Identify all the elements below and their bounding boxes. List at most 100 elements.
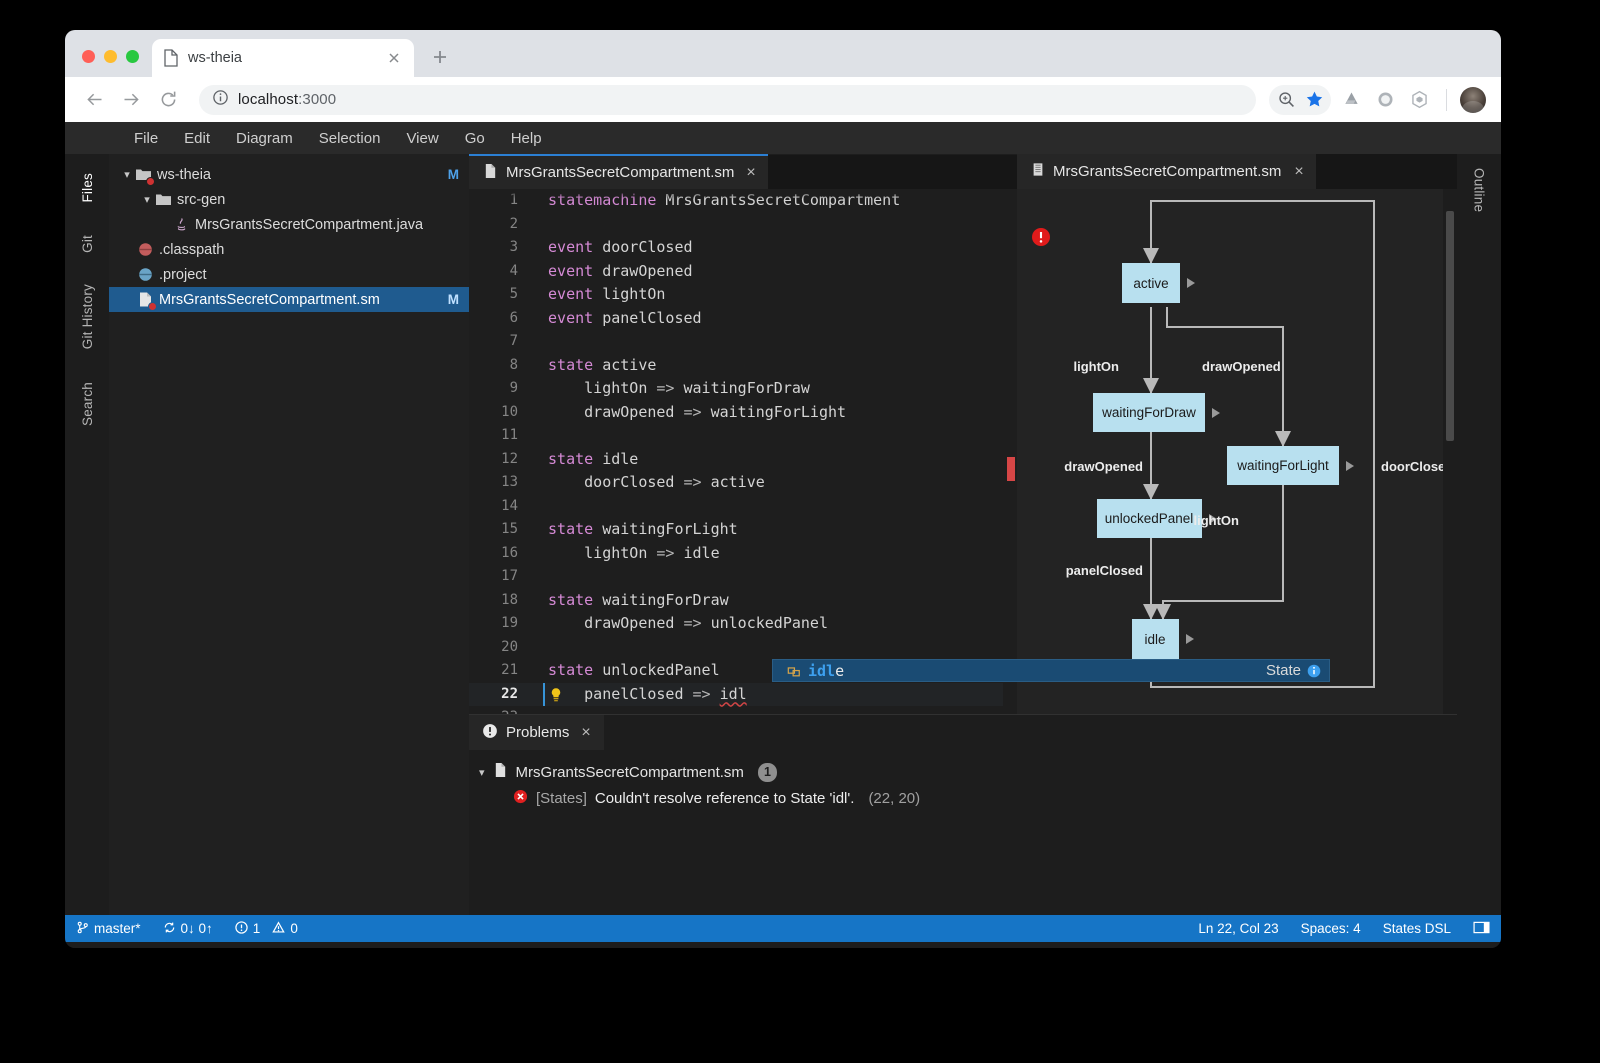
address-bar[interactable]: localhost:3000 <box>199 84 1256 115</box>
status-sync[interactable]: 0↓ 0↑ <box>152 915 224 942</box>
code-line[interactable]: 23 <box>469 706 1017 714</box>
chevron-down-icon[interactable]: ▾ <box>139 192 155 208</box>
problems-issue-row[interactable]: [States] Couldn't resolve reference to S… <box>469 785 1457 811</box>
status-indentation[interactable]: Spaces: 4 <box>1290 915 1372 942</box>
new-tab-button[interactable] <box>425 42 455 72</box>
code-text: event panelClosed <box>548 308 702 327</box>
line-number: 23 <box>469 706 531 714</box>
code-line[interactable]: 12 state idle <box>469 448 1017 472</box>
main-area: MrsGrantsSecretCompartment.sm × 1 statem… <box>469 154 1457 915</box>
sidebar-item-git[interactable]: Git <box>80 222 95 266</box>
close-icon[interactable]: × <box>1294 163 1303 181</box>
code-line[interactable]: 1 statemachine MrsGrantsSecretCompartmen… <box>469 189 1017 213</box>
error-dot-icon <box>148 302 157 311</box>
back-button[interactable] <box>78 84 110 116</box>
tree-row[interactable]: .project <box>109 262 469 287</box>
code-line[interactable]: 14 <box>469 495 1017 519</box>
address-port: :3000 <box>298 91 337 108</box>
menu-help[interactable]: Help <box>498 127 555 150</box>
code-line[interactable]: 17 <box>469 565 1017 589</box>
hex-extension-icon[interactable] <box>1405 86 1433 114</box>
drive-icon[interactable] <box>1337 86 1365 114</box>
code-line[interactable]: 7 <box>469 330 1017 354</box>
diagram-scroll-thumb[interactable] <box>1446 211 1454 441</box>
bookmark-star-icon[interactable] <box>1300 86 1328 114</box>
editor-scrollbar[interactable] <box>1003 189 1017 714</box>
status-layout-toggle[interactable] <box>1462 915 1501 942</box>
status-branch[interactable]: master* <box>65 915 152 942</box>
code-line[interactable]: 6 event panelClosed <box>469 307 1017 331</box>
editor-tab-sm[interactable]: MrsGrantsSecretCompartment.sm × <box>469 154 768 189</box>
line-number: 5 <box>509 286 518 302</box>
code-line[interactable]: 20 <box>469 636 1017 660</box>
menu-file[interactable]: File <box>121 127 171 150</box>
document-icon <box>493 762 508 782</box>
profile-avatar[interactable] <box>1460 86 1486 113</box>
diagram-scrollbar[interactable] <box>1443 189 1457 714</box>
menu-edit[interactable]: Edit <box>171 127 223 150</box>
menu-view[interactable]: View <box>393 127 451 150</box>
code-line[interactable]: 8 state active <box>469 354 1017 378</box>
tree-row[interactable]: ▾ ws-theia M <box>109 162 469 187</box>
autocomplete-popup[interactable]: idle State <box>772 659 1330 682</box>
tab-problems[interactable]: Problems × <box>469 715 604 750</box>
code-line[interactable]: 2 <box>469 213 1017 237</box>
editor-error-marker[interactable] <box>1007 457 1015 481</box>
problems-file-row[interactable]: ▾ MrsGrantsSecretCompartment.sm 1 <box>469 759 1457 785</box>
code-line[interactable]: 18 state waitingForDraw <box>469 589 1017 613</box>
sidebar-item-files[interactable]: Files <box>80 160 95 216</box>
code-line[interactable]: 22 panelClosed => idl <box>469 682 1017 706</box>
diagram-icon <box>1031 162 1045 181</box>
status-cursor-position[interactable]: Ln 22, Col 23 <box>1187 915 1289 942</box>
tree-row[interactable]: .classpath <box>109 237 469 262</box>
problems-panel: Problems × ▾ MrsGrantsSecretCompartment.… <box>469 714 1457 915</box>
code-text: drawOpened => waitingForLight <box>539 402 847 421</box>
sidebar-item-outline[interactable]: Outline <box>1472 168 1487 915</box>
reload-button[interactable] <box>152 84 184 116</box>
tree-item-label: ws-theia <box>157 166 211 183</box>
tree-row[interactable]: MrsGrantsSecretCompartment.java <box>109 212 469 237</box>
code-line[interactable]: 13 doorClosed => active <box>469 471 1017 495</box>
code-line[interactable]: 15 state waitingForLight <box>469 518 1017 542</box>
tree-row-selected[interactable]: MrsGrantsSecretCompartment.sm M <box>109 287 469 312</box>
circle-extension-icon[interactable] <box>1371 86 1399 114</box>
close-window-button[interactable] <box>82 50 95 63</box>
browser-tabstrip: ws-theia <box>65 30 1501 77</box>
zoom-search-icon[interactable] <box>1272 86 1300 114</box>
code-line[interactable]: 9 lightOn => waitingForDraw <box>469 377 1017 401</box>
tree-item-label: .project <box>159 266 207 283</box>
menu-diagram[interactable]: Diagram <box>223 127 306 150</box>
code-line[interactable]: 10 drawOpened => waitingForLight <box>469 401 1017 425</box>
info-circle-icon[interactable] <box>1307 664 1321 678</box>
tree-row[interactable]: ▾ src-gen <box>109 187 469 212</box>
forward-button[interactable] <box>115 84 147 116</box>
chevron-down-icon[interactable]: ▾ <box>479 766 485 779</box>
close-icon[interactable] <box>385 49 403 67</box>
svg-text:active: active <box>1133 276 1168 291</box>
code-line[interactable]: 11 <box>469 424 1017 448</box>
svg-text:waitingForLight: waitingForLight <box>1236 458 1329 473</box>
close-icon[interactable]: × <box>581 724 590 742</box>
code-line[interactable]: 19 drawOpened => unlockedPanel <box>469 612 1017 636</box>
chevron-down-icon[interactable]: ▾ <box>119 167 135 183</box>
exclamation-circle-icon <box>482 723 498 743</box>
sidebar-item-git-history[interactable]: Git History <box>80 271 95 362</box>
diagram-tab[interactable]: MrsGrantsSecretCompartment.sm × <box>1017 154 1316 189</box>
code-line[interactable]: 4 event drawOpened <box>469 260 1017 284</box>
diagram-edge-label: drawOpened <box>1202 359 1281 374</box>
diagram-canvas[interactable]: active waitingForDraw waitingForLight un… <box>1017 189 1443 714</box>
status-problems[interactable]: 1 0 <box>224 915 309 942</box>
minimize-window-button[interactable] <box>104 50 117 63</box>
maximize-window-button[interactable] <box>126 50 139 63</box>
browser-tab[interactable]: ws-theia <box>152 39 414 77</box>
sidebar-item-search[interactable]: Search <box>80 369 95 439</box>
code-line[interactable]: 16 lightOn => idle <box>469 542 1017 566</box>
code-content[interactable]: 1 statemachine MrsGrantsSecretCompartmen… <box>469 189 1017 714</box>
code-line[interactable]: 5 event lightOn <box>469 283 1017 307</box>
status-language-mode[interactable]: States DSL <box>1372 915 1462 942</box>
code-line[interactable]: 3 event doorClosed <box>469 236 1017 260</box>
menu-selection[interactable]: Selection <box>306 127 394 150</box>
close-icon[interactable]: × <box>746 164 755 182</box>
browser-toolbar: localhost:3000 <box>65 77 1501 122</box>
menu-go[interactable]: Go <box>452 127 498 150</box>
